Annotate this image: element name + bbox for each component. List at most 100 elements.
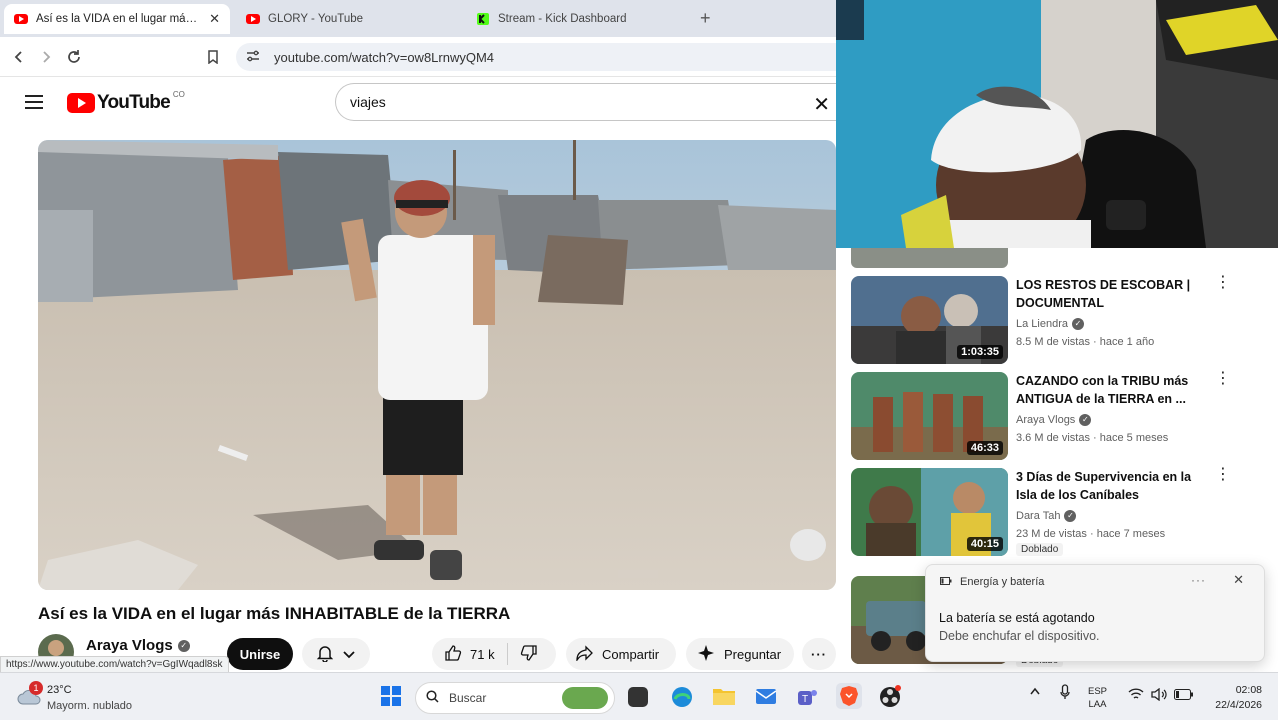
back-icon[interactable] bbox=[8, 46, 30, 68]
bell-icon bbox=[316, 644, 334, 665]
close-tab-icon[interactable]: ✕ bbox=[209, 11, 220, 27]
weather-condition: Mayorm. nublado bbox=[47, 700, 132, 712]
duration-badge: 46:33 bbox=[966, 441, 1003, 455]
tab-active-video[interactable]: Así es la VIDA en el lugar más INHABITAB… bbox=[4, 4, 230, 34]
like-button[interactable]: 71 k bbox=[444, 644, 495, 665]
previous-thumbnail-partial[interactable] bbox=[851, 248, 1008, 268]
kick-icon bbox=[476, 12, 490, 26]
task-view-icon[interactable] bbox=[628, 687, 648, 707]
battery-tray-icon[interactable] bbox=[1174, 689, 1194, 703]
svg-text:T: T bbox=[802, 694, 808, 705]
search-icon bbox=[426, 690, 439, 706]
recommendation-channel: Araya Vlogs ✓ bbox=[1016, 414, 1092, 426]
channel-name-link[interactable]: Araya Vlogs ✓ bbox=[86, 637, 190, 654]
verified-icon: ✓ bbox=[1064, 510, 1077, 522]
teams-icon[interactable]: T bbox=[795, 685, 819, 709]
taskbar-search[interactable]: Buscar bbox=[415, 682, 615, 714]
more-options-icon[interactable]: ⋮ bbox=[1215, 275, 1231, 291]
thumbs-up-icon bbox=[444, 644, 462, 665]
webcam-image bbox=[836, 0, 1278, 248]
verified-icon: ✓ bbox=[177, 639, 190, 652]
show-hidden-icons-icon[interactable] bbox=[1030, 684, 1040, 698]
channel-name: Araya Vlogs bbox=[1016, 414, 1076, 426]
url-bar[interactable]: youtube.com/watch?v=ow8LrnwyQM4 bbox=[236, 43, 836, 71]
tab-title: GLORY - YouTube bbox=[268, 13, 364, 25]
close-notification-icon[interactable]: ✕ bbox=[1233, 572, 1244, 588]
edge-icon[interactable] bbox=[670, 685, 694, 709]
search-input[interactable]: viajes ✕ bbox=[335, 83, 836, 121]
taskbar-search-placeholder: Buscar bbox=[449, 691, 487, 705]
recommendation-item[interactable]: 46:33 CAZANDO con la TRIBU más ANTIGUA d… bbox=[851, 371, 1271, 462]
video-thumbnail[interactable]: 46:33 bbox=[851, 372, 1008, 460]
obs-icon[interactable] bbox=[878, 685, 902, 709]
more-horizontal-icon: ··· bbox=[811, 646, 827, 662]
new-tab-icon[interactable]: + bbox=[700, 8, 711, 29]
menu-icon[interactable] bbox=[25, 95, 43, 109]
browser-tab-bar: Así es la VIDA en el lugar más INHABITAB… bbox=[0, 0, 836, 37]
more-actions-button[interactable]: ··· bbox=[802, 638, 836, 670]
like-dislike-group: 71 k bbox=[432, 638, 556, 670]
video-player[interactable] bbox=[38, 140, 836, 590]
clock[interactable]: 02:08 22/4/2026 bbox=[1202, 683, 1262, 713]
recommendation-channel: Dara Tah ✓ bbox=[1016, 510, 1077, 522]
youtube-header: YouTube CO viajes ✕ bbox=[0, 78, 836, 128]
subscribe-bell-button[interactable] bbox=[302, 638, 370, 670]
youtube-play-icon bbox=[67, 93, 95, 113]
tab-title: Stream - Kick Dashboard bbox=[498, 13, 627, 25]
weather-temp: 23°C bbox=[47, 684, 72, 696]
windows-start-icon[interactable] bbox=[380, 685, 404, 709]
windows-taskbar: 1 23°C Mayorm. nublado Buscar T ESP LAA … bbox=[0, 672, 1278, 720]
tab-kick[interactable]: Stream - Kick Dashboard bbox=[466, 4, 686, 34]
weather-widget[interactable]: 1 23°C Mayorm. nublado bbox=[17, 681, 177, 715]
duration-badge: 40:15 bbox=[966, 537, 1003, 551]
video-thumbnail[interactable]: 1:03:35 bbox=[851, 276, 1008, 364]
verified-icon: ✓ bbox=[1079, 414, 1092, 426]
brave-icon[interactable] bbox=[836, 683, 862, 709]
recommendation-meta: 3.6 M de vistas · hace 5 meses bbox=[1016, 432, 1169, 444]
site-settings-icon[interactable] bbox=[246, 50, 260, 65]
microphone-icon[interactable] bbox=[1060, 684, 1070, 703]
recommendation-channel: La Liendra ✓ bbox=[1016, 318, 1084, 330]
webcam-overlay bbox=[836, 0, 1278, 248]
url-text: youtube.com/watch?v=ow8LrnwyQM4 bbox=[274, 49, 495, 65]
battery-notification[interactable]: Energía y batería ··· ✕ La batería se es… bbox=[925, 564, 1265, 662]
tab-title: Así es la VIDA en el lugar más INHABITAB… bbox=[36, 13, 201, 25]
language-indicator[interactable]: ESP LAA bbox=[1088, 685, 1107, 711]
weather-alert-badge: 1 bbox=[29, 681, 43, 695]
thumbs-down-icon[interactable] bbox=[520, 644, 538, 665]
youtube-icon bbox=[14, 14, 28, 24]
file-explorer-icon[interactable] bbox=[712, 685, 736, 709]
bookmark-icon[interactable] bbox=[202, 46, 224, 68]
more-options-icon[interactable]: ⋮ bbox=[1215, 467, 1231, 483]
tab-glory[interactable]: GLORY - YouTube bbox=[236, 4, 456, 34]
join-button[interactable]: Unirse bbox=[227, 638, 293, 670]
share-button[interactable]: Compartir bbox=[566, 638, 676, 670]
ask-button[interactable]: Preguntar bbox=[686, 638, 794, 670]
notification-source: Energía y batería bbox=[960, 576, 1045, 588]
mail-icon[interactable] bbox=[754, 685, 778, 709]
search-highlight-icon bbox=[562, 687, 608, 709]
reload-icon[interactable] bbox=[63, 46, 85, 68]
search-value: viajes bbox=[350, 94, 386, 110]
country-code: CO bbox=[172, 89, 185, 99]
share-icon bbox=[576, 644, 594, 664]
clear-search-icon[interactable]: ✕ bbox=[813, 92, 830, 117]
more-options-icon[interactable]: ⋮ bbox=[1215, 371, 1231, 387]
recommendation-meta: 23 M de vistas · hace 7 meses bbox=[1016, 528, 1166, 540]
video-thumbnail[interactable]: 40:15 bbox=[851, 468, 1008, 556]
youtube-logo[interactable]: YouTube CO bbox=[67, 89, 185, 114]
channel-name: Araya Vlogs bbox=[86, 637, 173, 654]
volume-icon[interactable] bbox=[1151, 687, 1167, 704]
wifi-icon[interactable] bbox=[1128, 688, 1144, 704]
youtube-icon bbox=[246, 14, 260, 24]
language-top: ESP bbox=[1088, 686, 1108, 697]
notification-title: La batería se está agotando bbox=[939, 611, 1095, 625]
notification-options-icon[interactable]: ··· bbox=[1191, 573, 1206, 587]
forward-icon[interactable] bbox=[35, 46, 57, 68]
recommendation-meta: 8.5 M de vistas · hace 1 año bbox=[1016, 336, 1155, 348]
recommendation-item[interactable]: 40:15 3 Días de Supervivencia en la Isla… bbox=[851, 467, 1271, 558]
recommendation-item[interactable]: 1:03:35 LOS RESTOS DE ESCOBAR | DOCUMENT… bbox=[851, 275, 1271, 366]
recommendation-title: LOS RESTOS DE ESCOBAR | DOCUMENTAL bbox=[1016, 278, 1191, 310]
verified-icon: ✓ bbox=[1072, 318, 1084, 330]
share-label: Compartir bbox=[602, 646, 660, 662]
